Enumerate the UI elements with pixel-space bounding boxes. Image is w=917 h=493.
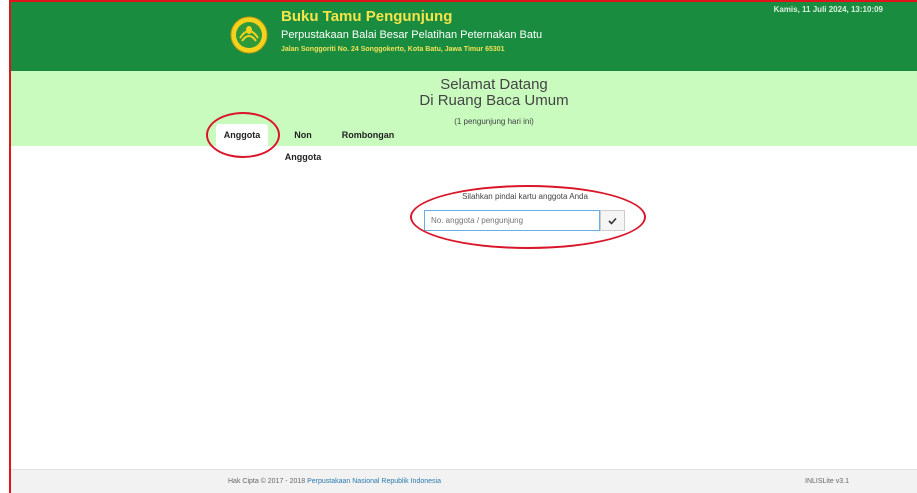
- current-datetime: Kamis, 11 Juli 2024, 13:10:09: [773, 5, 883, 14]
- annotation-circle-input: [410, 185, 646, 249]
- window-left-border: [0, 0, 11, 493]
- annotation-circle-tab: [206, 112, 280, 158]
- institution-name: Perpustakaan Balai Besar Pelatihan Peter…: [281, 29, 543, 41]
- welcome-banner: Selamat Datang Di Ruang Baca Umum (1 pen…: [11, 71, 917, 162]
- tab-rombongan[interactable]: Rombongan: [341, 124, 395, 146]
- library-link[interactable]: Perpustakaan Nasional Republik Indonesia: [307, 478, 441, 485]
- app-title: Buku Tamu Pengunjung: [281, 8, 453, 25]
- ministry-emblem-icon: [230, 16, 268, 54]
- reading-room-heading: Di Ruang Baca Umum: [419, 92, 569, 109]
- app-version: INLISLite v3.1: [805, 478, 849, 485]
- welcome-heading: Selamat Datang: [440, 76, 548, 93]
- tab-non-anggota[interactable]: Non Anggota: [275, 124, 331, 162]
- app-header: Buku Tamu Pengunjung Perpustakaan Balai …: [11, 2, 917, 71]
- copyright-text: Hak Cipta © 2017 - 2018 Perpustakaan Nas…: [228, 478, 441, 485]
- institution-address: Jalan Songgoriti No. 24 Songgokerto, Kot…: [281, 46, 505, 53]
- page-footer: Hak Cipta © 2017 - 2018 Perpustakaan Nas…: [11, 469, 917, 493]
- visitor-count: (1 pengunjung hari ini): [454, 117, 534, 126]
- copyright-prefix: Hak Cipta © 2017 - 2018: [228, 478, 306, 485]
